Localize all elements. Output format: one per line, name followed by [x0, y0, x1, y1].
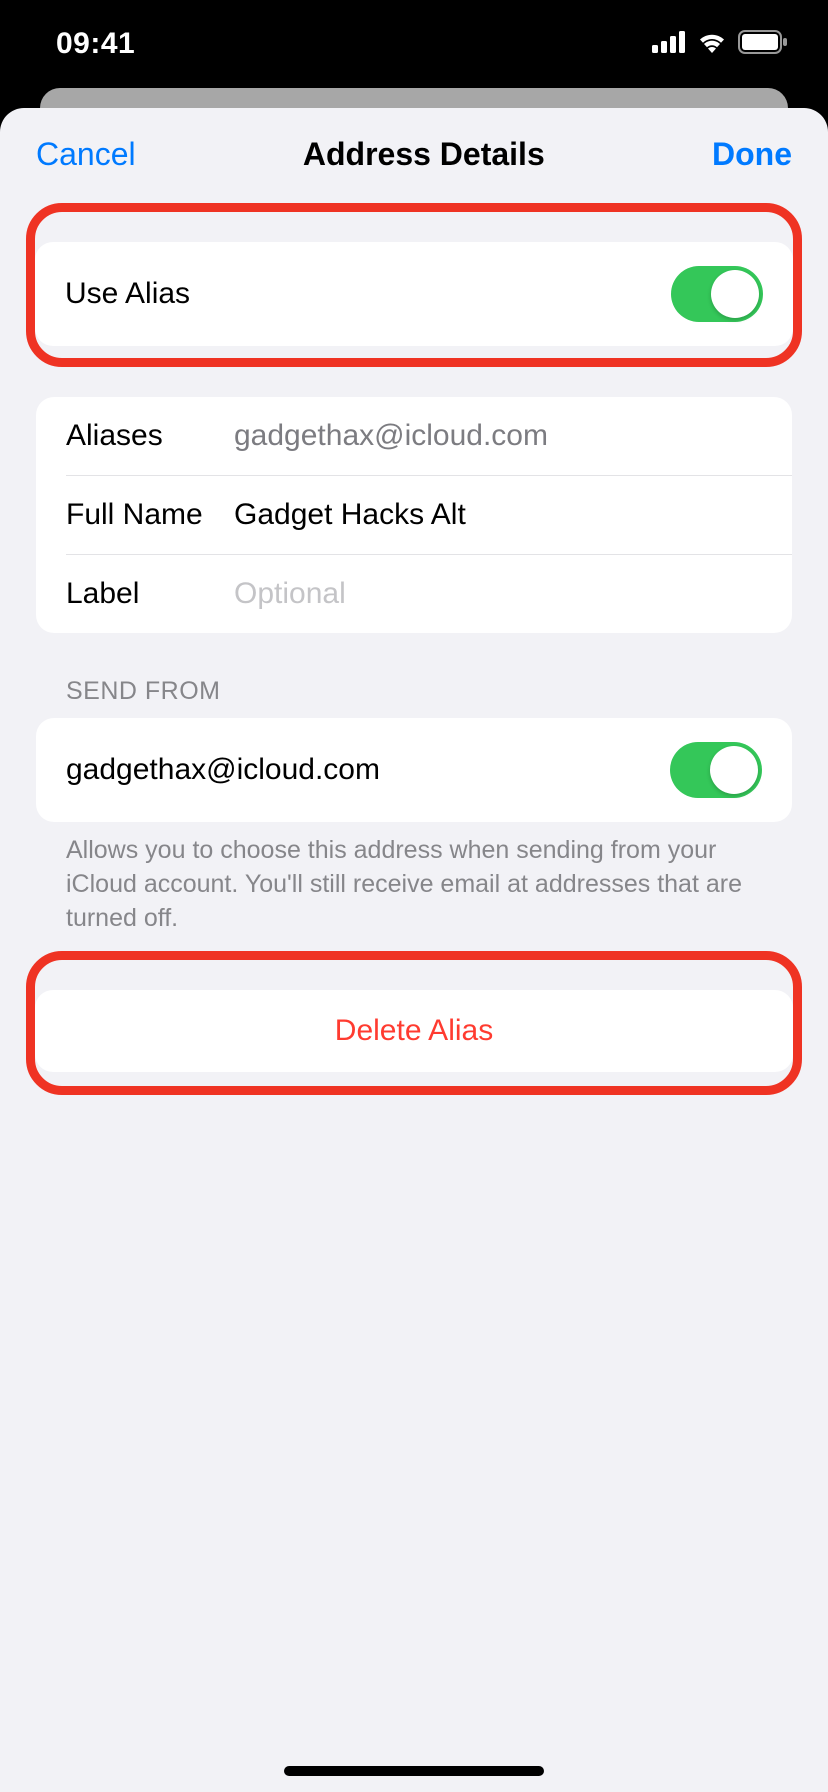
delete-alias-button[interactable]: Delete Alias: [35, 990, 793, 1072]
full-name-field[interactable]: Gadget Hacks Alt: [234, 498, 762, 532]
use-alias-group: Use Alias: [35, 242, 793, 346]
alias-details-group: Aliases gadgethax@icloud.com Full Name G…: [36, 397, 792, 633]
status-bar: 09:41: [0, 0, 828, 88]
aliases-value: gadgethax@icloud.com: [234, 419, 762, 453]
cellular-signal-icon: [652, 31, 686, 58]
send-from-header: SEND FROM: [36, 633, 792, 718]
aliases-label: Aliases: [66, 419, 234, 453]
aliases-row[interactable]: Aliases gadgethax@icloud.com: [36, 397, 792, 475]
send-from-group: gadgethax@icloud.com: [36, 718, 792, 822]
annotation-highlight-use-alias: Use Alias: [26, 203, 802, 367]
battery-icon: [738, 30, 788, 59]
modal-sheet: Cancel Address Details Done Use Alias Al…: [0, 108, 828, 1792]
annotation-highlight-delete: Delete Alias: [26, 951, 802, 1095]
cancel-button[interactable]: Cancel: [36, 136, 136, 173]
label-label: Label: [66, 577, 234, 611]
label-field[interactable]: Optional: [234, 577, 762, 611]
done-button[interactable]: Done: [712, 136, 792, 173]
label-row[interactable]: Label Optional: [36, 555, 792, 633]
wifi-icon: [696, 31, 728, 58]
status-icons: [652, 30, 788, 59]
send-from-footer: Allows you to choose this address when s…: [36, 822, 792, 935]
delete-alias-group: Delete Alias: [35, 990, 793, 1072]
toggle-knob: [711, 270, 759, 318]
send-from-address: gadgethax@icloud.com: [66, 753, 670, 787]
use-alias-label: Use Alias: [65, 277, 671, 311]
full-name-row[interactable]: Full Name Gadget Hacks Alt: [36, 476, 792, 554]
use-alias-toggle[interactable]: [671, 266, 763, 322]
toggle-knob: [710, 746, 758, 794]
delete-alias-label: Delete Alias: [65, 1014, 763, 1048]
use-alias-row[interactable]: Use Alias: [35, 242, 793, 346]
send-from-row[interactable]: gadgethax@icloud.com: [36, 718, 792, 822]
navigation-bar: Cancel Address Details Done: [0, 136, 828, 203]
page-title: Address Details: [303, 136, 545, 173]
full-name-label: Full Name: [66, 498, 234, 532]
send-from-toggle[interactable]: [670, 742, 762, 798]
home-indicator[interactable]: [284, 1766, 544, 1776]
status-time: 09:41: [56, 27, 135, 61]
